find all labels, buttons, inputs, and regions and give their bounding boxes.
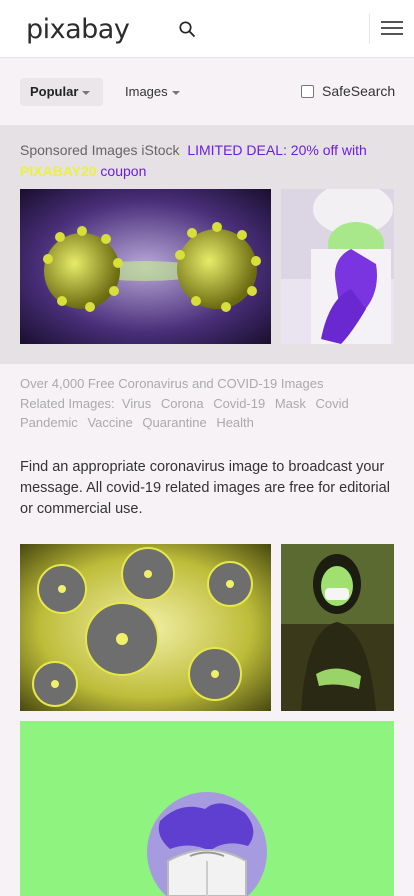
coupon-code: PIXABAY20 bbox=[20, 163, 97, 179]
mona-lisa-mask-illustration-icon bbox=[281, 544, 394, 711]
safesearch-checkbox[interactable] bbox=[301, 84, 314, 98]
results-count: Over 4,000 Free Coronavirus and COVID-19… bbox=[20, 376, 324, 391]
caret-down-icon bbox=[171, 90, 180, 95]
safesearch-toggle[interactable]: SafeSearch bbox=[301, 83, 395, 99]
virus-cluster-illustration-icon bbox=[20, 544, 271, 711]
popular-dropdown[interactable]: Popular bbox=[20, 78, 103, 106]
related-tags: Related Images: Virus Corona Covid-19 Ma… bbox=[20, 394, 400, 433]
caret-down-icon bbox=[82, 90, 91, 95]
tag-corona[interactable]: Corona bbox=[161, 396, 204, 411]
tag-quarantine[interactable]: Quarantine bbox=[142, 415, 206, 430]
pixabay-logo[interactable]: pixabay bbox=[26, 14, 130, 45]
tag-health[interactable]: Health bbox=[216, 415, 254, 430]
page-description: Find an appropriate coronavirus image to… bbox=[20, 459, 390, 517]
result-image-mona-lisa[interactable] bbox=[281, 544, 394, 711]
deal-link[interactable]: LIMITED DEAL: 20% off with bbox=[187, 142, 366, 158]
hamburger-menu-icon[interactable] bbox=[381, 19, 403, 37]
earth-mask-illustration-icon bbox=[20, 721, 394, 896]
images-dropdown[interactable]: Images bbox=[125, 84, 180, 99]
search-icon[interactable] bbox=[178, 20, 196, 38]
result-image-earth-mask[interactable] bbox=[20, 721, 394, 896]
coupon-suffix[interactable]: coupon bbox=[100, 163, 146, 179]
top-header: pixabay bbox=[0, 0, 414, 58]
sponsored-prefix: Sponsored Images iStock bbox=[20, 142, 180, 158]
tag-covid[interactable]: Covid bbox=[316, 396, 349, 411]
related-label: Related Images: bbox=[20, 395, 115, 411]
images-label: Images bbox=[125, 84, 168, 99]
sponsored-text: Sponsored Images iStock LIMITED DEAL: 20… bbox=[20, 140, 400, 182]
tag-vaccine[interactable]: Vaccine bbox=[87, 415, 132, 430]
filter-bar: Popular Images SafeSearch bbox=[0, 59, 414, 125]
safesearch-label: SafeSearch bbox=[322, 83, 396, 99]
lab-worker-illustration-icon bbox=[281, 189, 394, 344]
results-meta: Over 4,000 Free Coronavirus and COVID-19… bbox=[20, 374, 400, 433]
virus-illustration-icon bbox=[20, 189, 271, 344]
tag-pandemic[interactable]: Pandemic bbox=[20, 415, 78, 430]
sponsored-section: Sponsored Images iStock LIMITED DEAL: 20… bbox=[0, 125, 414, 364]
header-divider bbox=[369, 14, 370, 44]
popular-label: Popular bbox=[30, 84, 79, 99]
sponsored-image-virus[interactable] bbox=[20, 189, 271, 344]
result-image-virus[interactable] bbox=[20, 544, 271, 711]
sponsored-image-lab[interactable] bbox=[281, 189, 394, 344]
tag-mask[interactable]: Mask bbox=[275, 396, 306, 411]
tag-covid-19[interactable]: Covid-19 bbox=[213, 396, 265, 411]
tag-virus[interactable]: Virus bbox=[122, 396, 151, 411]
